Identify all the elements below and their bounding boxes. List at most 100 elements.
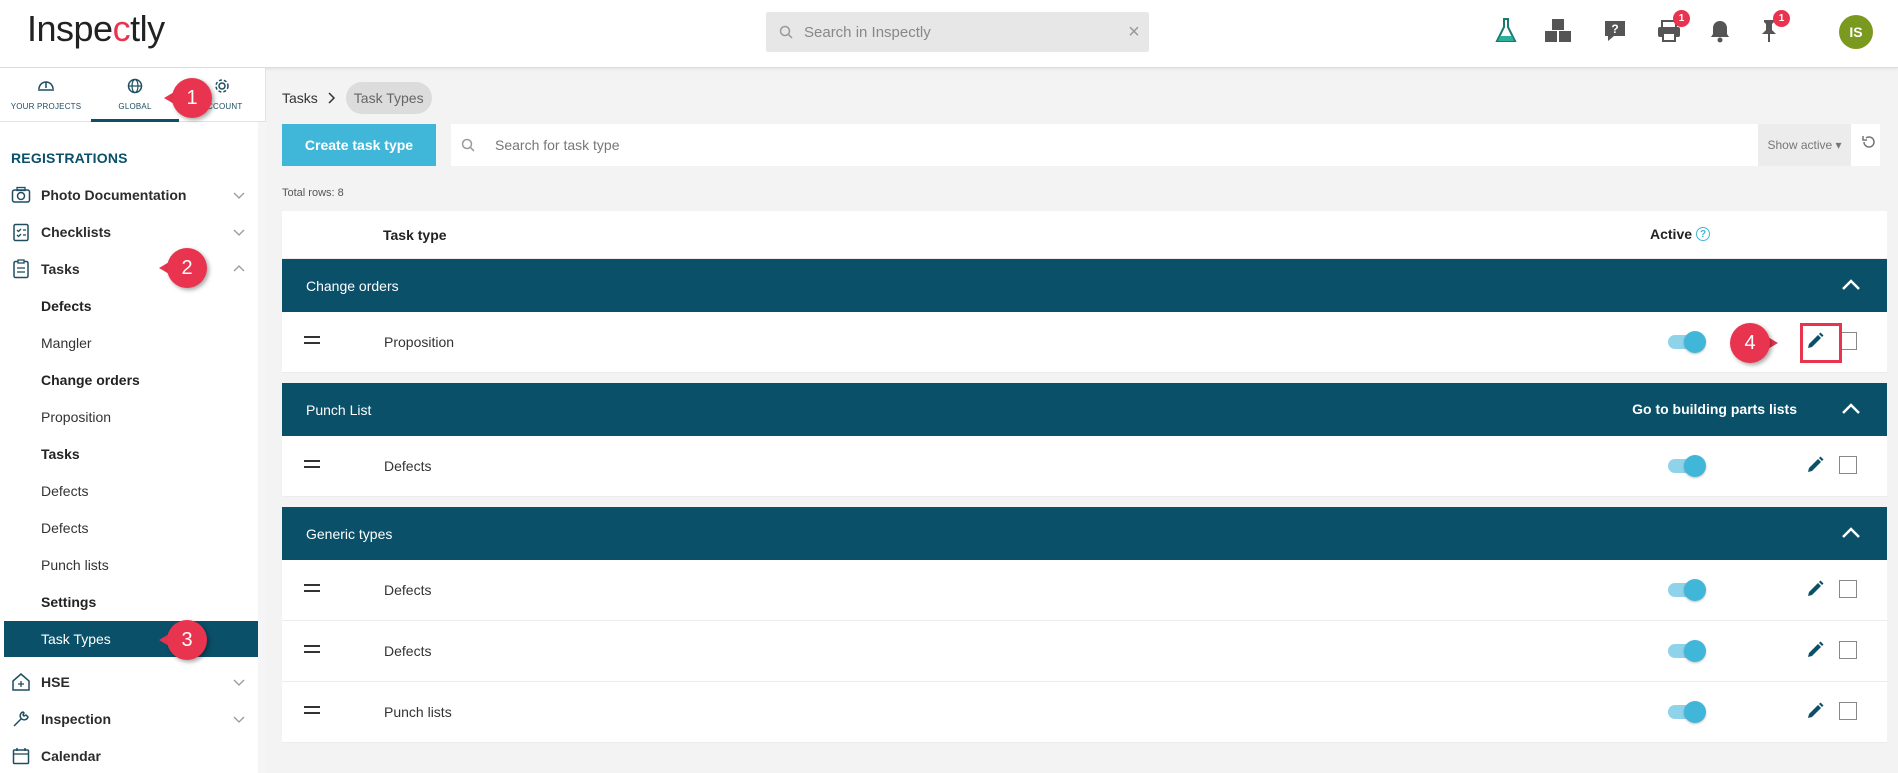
sidebar-sub-defects[interactable]: Defects [0, 473, 258, 509]
sidebar-item-label: HSE [41, 674, 70, 690]
column-task-type[interactable]: Task type [383, 227, 447, 243]
clear-search-icon[interactable]: × [1119, 21, 1149, 44]
info-icon[interactable]: ? [1696, 227, 1711, 241]
edit-icon[interactable] [1804, 578, 1826, 600]
sidebar-sub-punch-lists[interactable]: Punch lists [0, 547, 258, 583]
row-checkbox[interactable] [1839, 641, 1857, 659]
cubes-icon[interactable] [1543, 16, 1573, 46]
sidebar-sub-mangler[interactable]: Mangler [0, 325, 258, 361]
sidebar-item-label: Tasks [41, 261, 80, 277]
reset-icon[interactable] [1858, 131, 1880, 153]
global-search-input[interactable]: Search in Inspectly [804, 24, 1119, 41]
bell-icon[interactable] [1705, 16, 1735, 46]
sidebar-item-photo-documentation[interactable]: Photo Documentation [0, 177, 258, 213]
task-type-name: Defects [384, 643, 432, 659]
drag-handle-icon[interactable] [304, 645, 320, 655]
table-row: Punch lists [282, 682, 1887, 743]
pin-icon[interactable]: 1 [1754, 10, 1790, 46]
sidebar-item-tasks[interactable]: Tasks [0, 251, 258, 287]
sidebar-item-label: Defects [41, 483, 89, 499]
sidebar-sub-tasks-heading[interactable]: Tasks [0, 436, 258, 472]
sidebar-item-label: Inspection [41, 711, 112, 727]
tab-label: YOUR PROJECTS [10, 102, 82, 111]
active-toggle[interactable] [1668, 331, 1706, 353]
column-active[interactable]: Active ? [1650, 226, 1711, 242]
sidebar-sub-proposition[interactable]: Proposition [0, 399, 258, 435]
group-header: Change orders [282, 259, 1887, 312]
sidebar-item-label: Defects [41, 298, 92, 314]
clipboard-icon [10, 258, 32, 280]
collapse-icon[interactable] [1839, 521, 1863, 545]
collapse-icon[interactable] [1839, 273, 1863, 297]
show-active-dropdown[interactable]: Show active ▾ [1758, 124, 1851, 166]
annotation-number: 2 [167, 248, 207, 288]
sidebar-sub-task-types[interactable]: Task Types [4, 621, 258, 657]
group-header: Generic types [282, 507, 1887, 560]
chevron-down-icon [233, 192, 245, 199]
row-checkbox[interactable] [1839, 580, 1857, 598]
collapse-icon[interactable] [1839, 397, 1863, 421]
tab-your-projects[interactable]: YOUR PROJECTS [2, 68, 90, 122]
edit-icon[interactable] [1804, 639, 1826, 661]
drag-handle-icon[interactable] [304, 336, 320, 346]
sidebar-sub-change-orders-heading[interactable]: Change orders [0, 362, 258, 398]
pin-badge: 1 [1773, 10, 1790, 27]
group-label: Generic types [306, 526, 393, 542]
table-row: Proposition [282, 312, 1887, 373]
create-task-type-button[interactable]: Create task type [282, 124, 436, 166]
sidebar-item-hse[interactable]: HSE [0, 664, 258, 700]
sidebar-sub-defects-heading[interactable]: Defects [0, 288, 258, 324]
row-checkbox[interactable] [1839, 702, 1857, 720]
sidebar-item-label: Tasks [41, 446, 80, 462]
checklist-icon [10, 221, 32, 243]
task-type-name: Proposition [384, 334, 455, 350]
active-toggle[interactable] [1668, 701, 1706, 723]
go-to-building-parts-link[interactable]: Go to building parts lists [1632, 401, 1797, 417]
drag-handle-icon[interactable] [304, 706, 320, 716]
sidebar-item-checklists[interactable]: Checklists [0, 214, 258, 250]
row-checkbox[interactable] [1839, 456, 1857, 474]
sidebar-sub-defects-2[interactable]: Defects [0, 510, 258, 546]
column-active-label: Active [1650, 226, 1693, 242]
registrations-heading: REGISTRATIONS [11, 150, 128, 166]
help-icon[interactable]: ? [1600, 16, 1630, 46]
app-logo[interactable]: Inspectly [27, 8, 165, 50]
edit-icon[interactable] [1804, 700, 1826, 722]
chevron-down-icon [233, 229, 245, 236]
chevron-down-icon [233, 716, 245, 723]
user-avatar[interactable]: IS [1839, 15, 1873, 49]
sidebar-scrollbar[interactable] [258, 122, 266, 773]
sidebar-sub-settings-heading[interactable]: Settings [0, 584, 258, 620]
chevron-right-icon [328, 91, 338, 105]
active-toggle[interactable] [1668, 579, 1706, 601]
print-icon[interactable]: 1 [1654, 10, 1690, 46]
task-type-search[interactable]: Search for task type [451, 124, 1880, 166]
task-type-name: Defects [384, 582, 432, 598]
task-type-search-input[interactable]: Search for task type [495, 137, 1880, 153]
calendar-icon [10, 745, 32, 767]
group-label: Punch List [306, 402, 372, 418]
active-toggle[interactable] [1668, 640, 1706, 662]
flask-icon[interactable] [1491, 16, 1521, 46]
global-search[interactable]: Search in Inspectly × [766, 12, 1149, 52]
sidebar-item-calendar[interactable]: Calendar [0, 738, 258, 773]
task-types-table: Task type Active ? Change orders Proposi… [282, 211, 1887, 743]
svg-text:?: ? [1611, 22, 1618, 36]
annotation-number: 1 [172, 78, 212, 118]
breadcrumb-tasks[interactable]: Tasks [282, 90, 318, 106]
task-type-name: Punch lists [384, 704, 452, 720]
sidebar-item-label: Settings [41, 594, 97, 610]
drag-handle-icon[interactable] [304, 460, 320, 470]
sidebar-item-label: Photo Documentation [41, 187, 187, 203]
annotation-callout-2: 2 [159, 248, 207, 288]
drag-handle-icon[interactable] [304, 584, 320, 594]
edit-icon[interactable] [1804, 454, 1826, 476]
search-icon [776, 22, 796, 42]
table-row: Defects [282, 436, 1887, 497]
active-toggle[interactable] [1668, 455, 1706, 477]
helmet-icon [2, 78, 90, 98]
camera-icon [10, 184, 32, 206]
sidebar-item-label: Calendar [41, 748, 101, 764]
sidebar-item-inspection[interactable]: Inspection [0, 701, 258, 737]
annotation-callout-3: 3 [159, 620, 207, 660]
